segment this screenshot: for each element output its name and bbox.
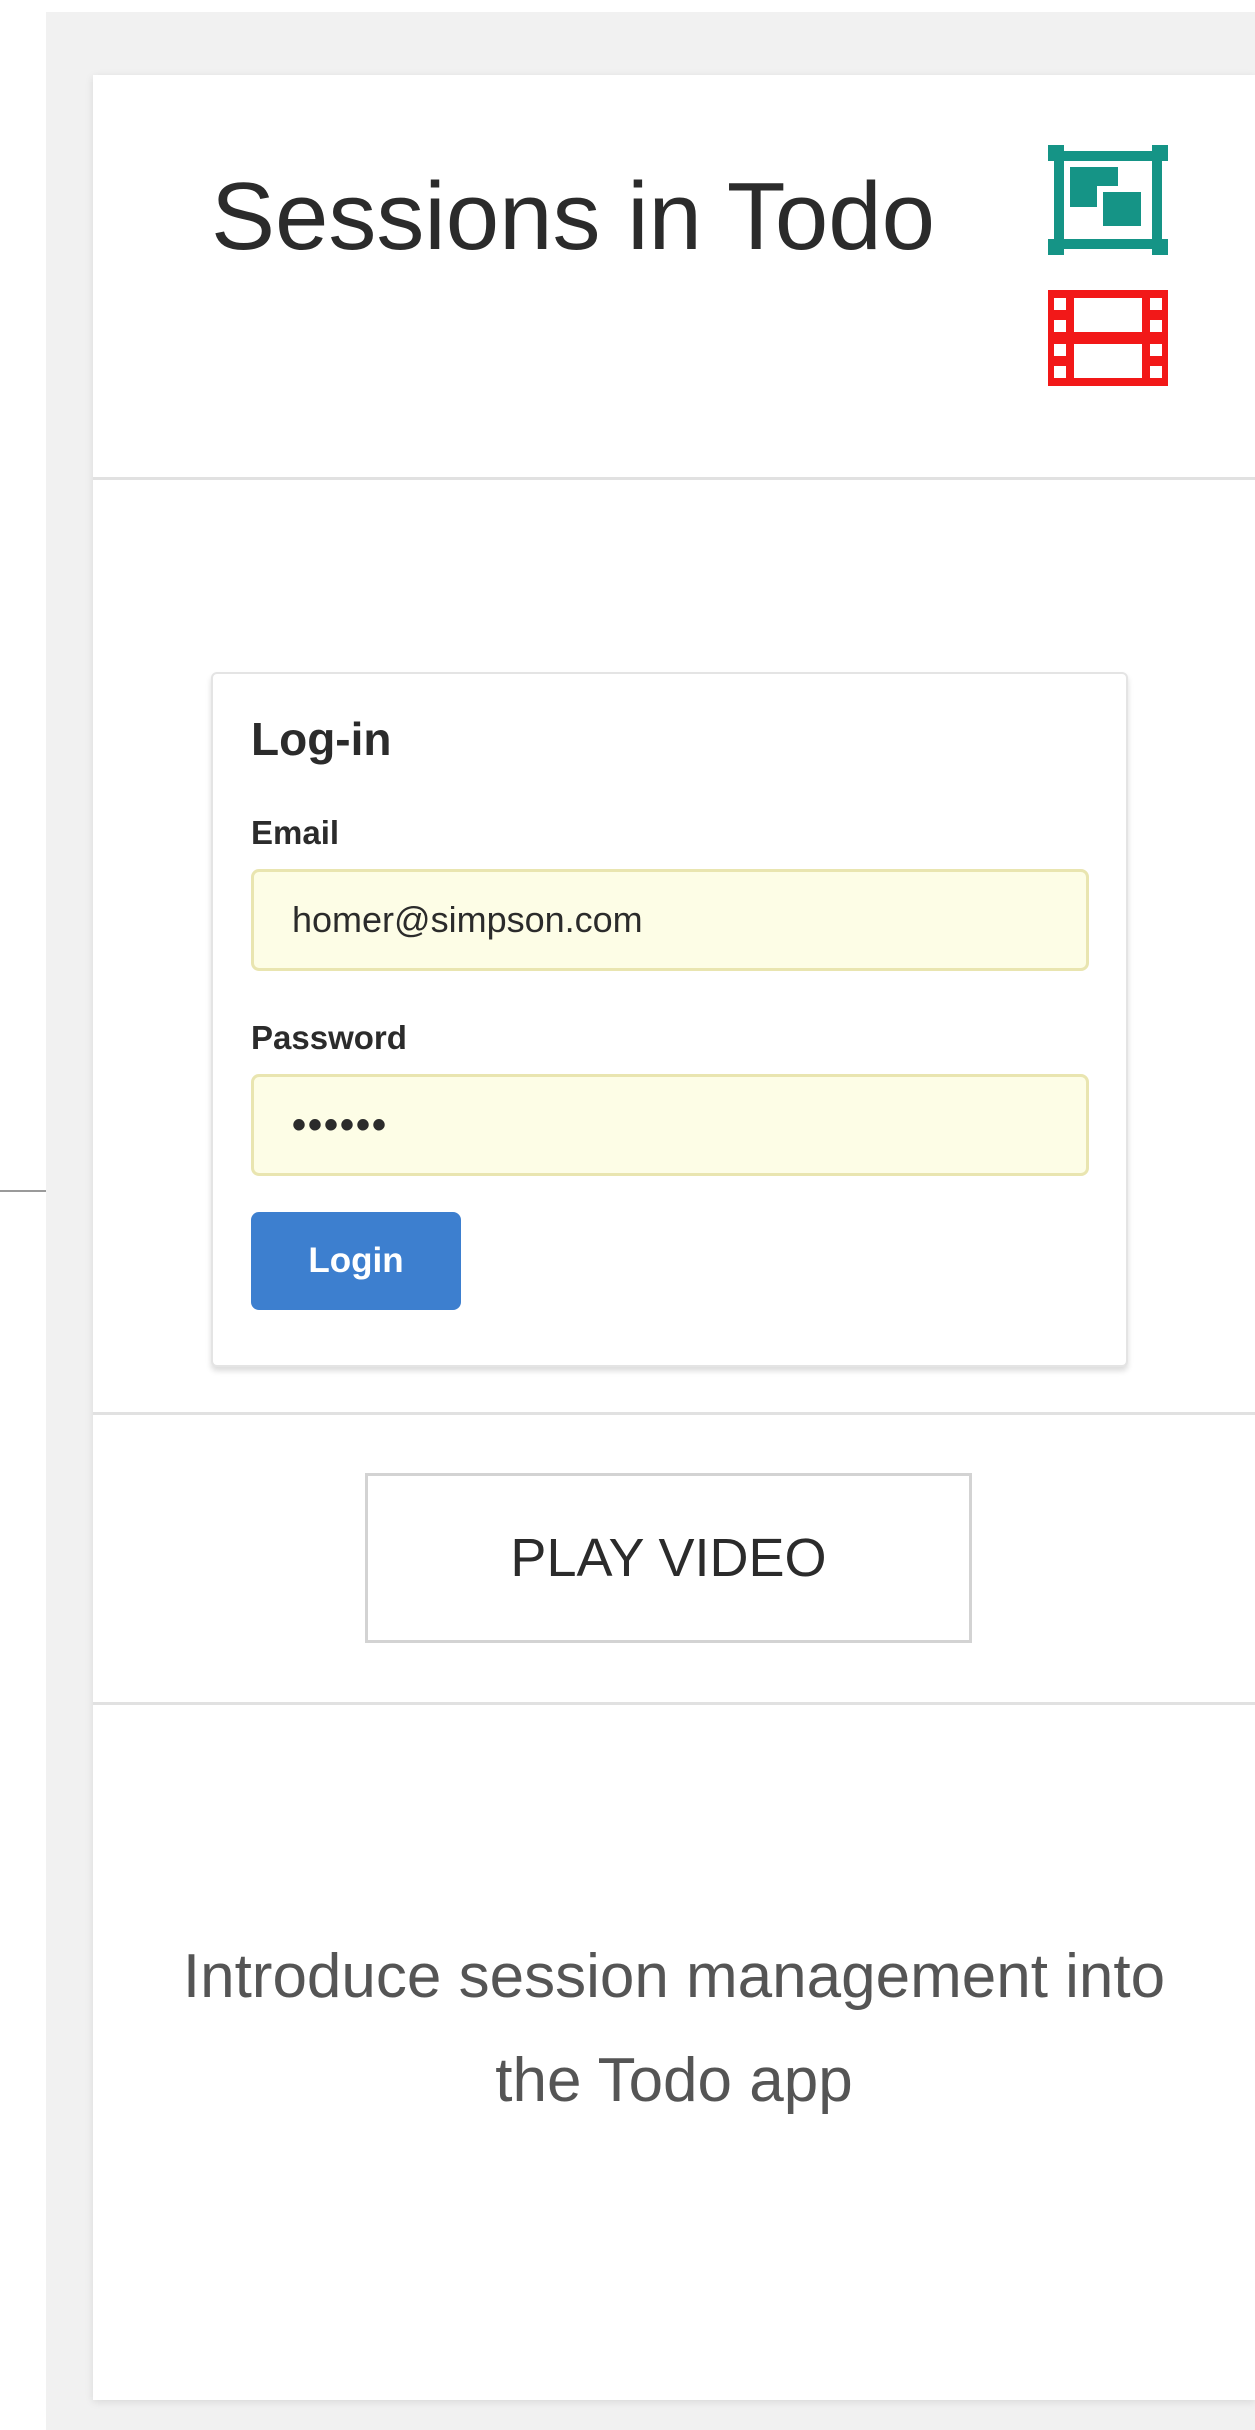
slides-icon[interactable]: [1048, 145, 1168, 255]
session-card: Sessions in Todo Log-in Email homer@simp…: [93, 75, 1255, 2400]
login-preview-image: Log-in Email homer@simpson.com Password …: [211, 672, 1128, 1367]
connector-line: [0, 1190, 46, 1192]
card-title: Sessions in Todo: [210, 163, 936, 270]
login-button: Login: [251, 1212, 461, 1310]
film-icon[interactable]: [1048, 290, 1168, 400]
email-label: Email: [251, 814, 340, 851]
preview-section: Log-in Email homer@simpson.com Password …: [93, 480, 1255, 1415]
card-header: Sessions in Todo: [93, 75, 1255, 480]
description-section: Introduce session management into the To…: [93, 1705, 1255, 2400]
play-video-button[interactable]: PLAY VIDEO: [365, 1473, 972, 1643]
email-field: homer@simpson.com: [251, 869, 1089, 971]
password-label: Password: [251, 1019, 407, 1056]
password-field: ••••••: [251, 1074, 1089, 1176]
card-description: Introduce session management into the To…: [182, 1942, 1166, 2115]
video-section: PLAY VIDEO: [93, 1415, 1255, 1705]
page: Sessions in Todo Log-in Email homer@simp…: [0, 0, 1255, 2430]
login-heading: Log-in: [251, 713, 392, 765]
